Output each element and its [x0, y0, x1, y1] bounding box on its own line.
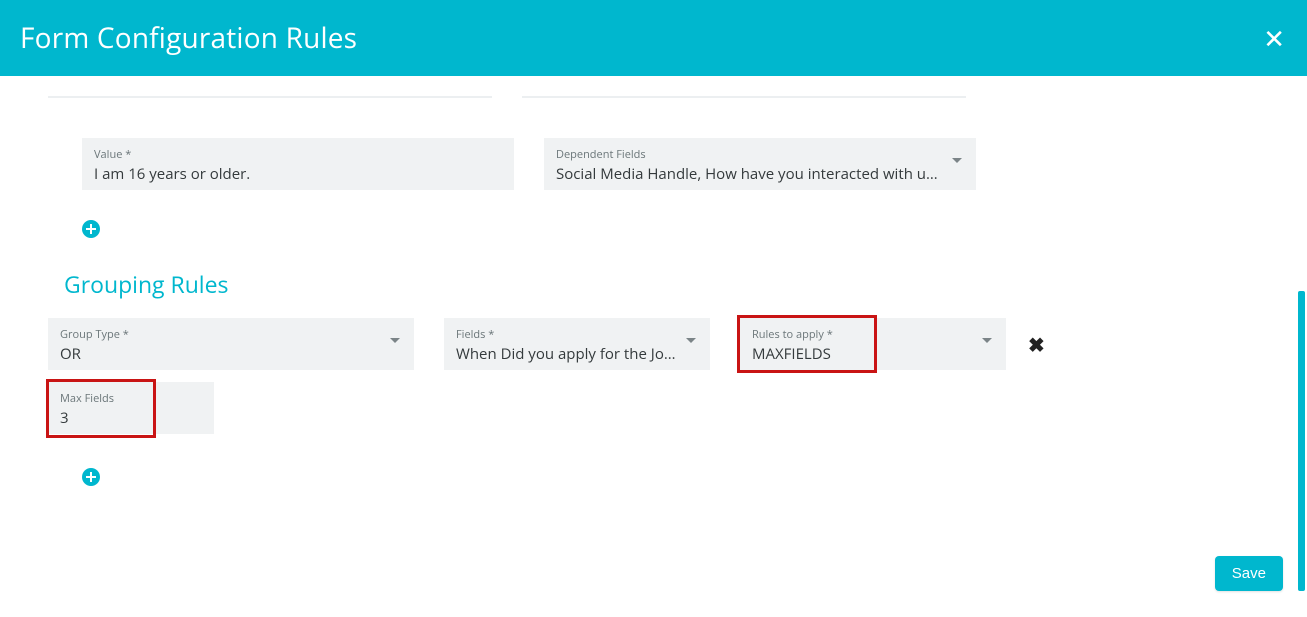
rules-to-apply-wrapper: Rules to apply * MAXFIELDS	[740, 318, 1006, 370]
field-value: OR	[60, 344, 380, 364]
field-value: 3	[60, 408, 202, 428]
modal-header: Form Configuration Rules ✕	[0, 0, 1307, 76]
field-label: Dependent Fields	[556, 147, 942, 162]
max-fields-input[interactable]: Max Fields 3	[48, 382, 214, 434]
chevron-down-icon	[982, 338, 992, 343]
field-label: Rules to apply *	[752, 327, 972, 342]
field-value: Social Media Handle, How have you intera…	[556, 164, 942, 184]
add-rule-button[interactable]	[82, 220, 100, 238]
chevron-down-icon	[390, 338, 400, 343]
value-dependent-row: Value * I am 16 years or older. Dependen…	[0, 138, 1307, 190]
fields-select[interactable]: Fields * When Did you apply for the Job?…	[444, 318, 710, 370]
grouping-rule-row: Group Type * OR Fields * When Did you ap…	[0, 318, 1307, 370]
field-value: I am 16 years or older.	[94, 164, 502, 184]
divider-row	[0, 96, 1307, 98]
chevron-down-icon	[952, 158, 962, 163]
max-fields-row: Max Fields 3	[0, 382, 1307, 434]
grouping-rules-heading: Grouping Rules	[64, 268, 1307, 300]
modal-title: Form Configuration Rules	[20, 19, 357, 57]
add-grouping-rule-button[interactable]	[82, 468, 100, 486]
save-button[interactable]: Save	[1215, 556, 1283, 591]
group-type-select[interactable]: Group Type * OR	[48, 318, 414, 370]
field-value: MAXFIELDS	[752, 344, 972, 364]
field-label: Group Type *	[60, 327, 380, 342]
scrollbar[interactable]	[1298, 291, 1305, 591]
rules-to-apply-select[interactable]: Rules to apply * MAXFIELDS	[740, 318, 1006, 370]
scrollbar-thumb[interactable]	[1298, 291, 1305, 591]
field-label: Value *	[94, 147, 502, 162]
field-value: When Did you apply for the Job?, …	[456, 344, 676, 364]
value-input[interactable]: Value * I am 16 years or older.	[82, 138, 514, 190]
dependent-fields-select[interactable]: Dependent Fields Social Media Handle, Ho…	[544, 138, 976, 190]
close-icon[interactable]: ✕	[1263, 25, 1285, 51]
modal-content: Value * I am 16 years or older. Dependen…	[0, 76, 1307, 617]
chevron-down-icon	[686, 338, 696, 343]
field-label: Max Fields	[60, 391, 202, 406]
field-label: Fields *	[456, 327, 676, 342]
divider	[522, 96, 966, 98]
divider	[48, 96, 492, 98]
remove-rule-button[interactable]: ✖	[1028, 331, 1045, 358]
